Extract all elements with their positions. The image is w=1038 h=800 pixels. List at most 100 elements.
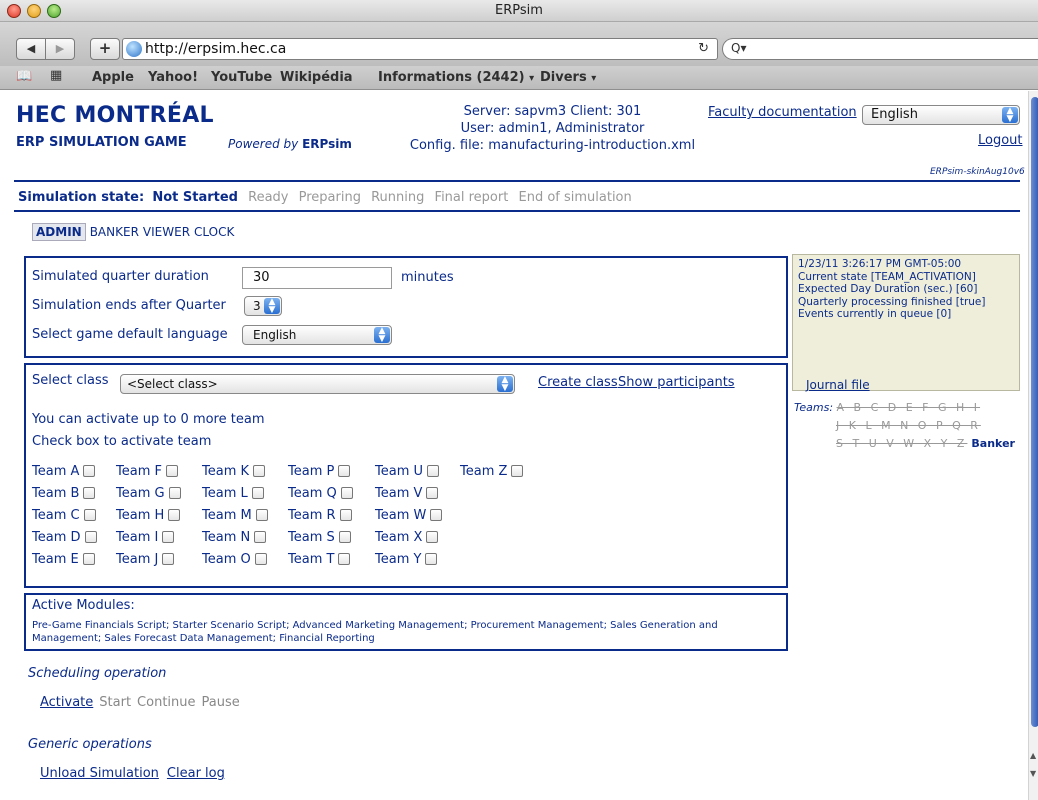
team-cell: Team T [288, 552, 351, 567]
team-cell: Team A [32, 464, 96, 479]
teams-legend: Teams: A B C D E F G H I J K L M N O P Q… [794, 399, 1020, 453]
team-label: Team R [288, 508, 336, 523]
team-checkbox[interactable] [82, 553, 95, 565]
unload-simulation-link[interactable]: Unload Simulation [40, 766, 159, 781]
team-cell: Team R [288, 508, 352, 523]
team-checkbox[interactable] [430, 509, 443, 521]
vertical-scrollbar[interactable]: ▲ ▼ [1028, 91, 1038, 800]
bookmark-apple[interactable]: Apple [92, 70, 134, 85]
team-label: Team H [116, 508, 165, 523]
team-checkbox[interactable] [254, 531, 267, 543]
team-checkbox[interactable] [168, 509, 181, 521]
select-class-label: Select class [32, 373, 109, 388]
skin-version: ERPsim-skinAug10v6 [930, 167, 1025, 177]
language-select-value: English [871, 107, 918, 122]
divider [14, 180, 1020, 182]
game-language-select[interactable]: English ▲ ▼ [242, 325, 392, 345]
logout-link[interactable]: Logout [978, 133, 1023, 148]
tab-banker[interactable]: BANKER [90, 225, 139, 239]
state-current: Not Started [152, 190, 238, 205]
game-language-label: Select game default language [32, 327, 228, 342]
bookmark-divers[interactable]: Divers ▾ [540, 70, 596, 85]
team-label: Team V [375, 486, 423, 501]
show-participants-link[interactable]: Show participants [618, 375, 735, 390]
team-checkbox[interactable] [427, 465, 440, 477]
team-checkbox[interactable] [162, 553, 175, 565]
scroll-down-arrow-icon[interactable]: ▼ [1030, 769, 1036, 778]
team-checkbox[interactable] [83, 465, 96, 477]
team-checkbox[interactable] [253, 465, 266, 477]
journal-file-link[interactable]: Journal file [806, 378, 870, 392]
tab-admin[interactable]: ADMIN [32, 223, 86, 241]
team-checkbox[interactable] [84, 531, 97, 543]
powered-by-prefix: Powered by [228, 137, 303, 151]
bookmark-wikipedia[interactable]: Wikipédia [280, 70, 353, 85]
banker-link[interactable]: Banker [971, 437, 1015, 450]
address-bar[interactable]: http://erpsim.hec.ca ↻ [122, 38, 718, 60]
bookmark-yahoo[interactable]: Yahoo! [148, 70, 198, 85]
create-class-link[interactable]: Create class [538, 375, 618, 390]
check-hint-text: Check box to activate team [32, 434, 212, 449]
end-quarter-select[interactable]: 3 ▲ ▼ [244, 296, 282, 316]
bookmark-divers-label: Divers [540, 70, 587, 85]
language-select[interactable]: English ▲ ▼ [862, 105, 1020, 125]
team-label: Team N [202, 530, 251, 545]
powered-by: Powered by ERPsim [228, 137, 352, 151]
top-sites-grid-icon[interactable]: ▦ [50, 68, 62, 83]
team-checkbox[interactable] [338, 465, 351, 477]
team-checkbox[interactable] [338, 531, 351, 543]
tab-viewer[interactable]: VIEWER [143, 225, 190, 239]
erp-game-logo: ERP SIMULATION GAME [16, 135, 187, 150]
back-button[interactable]: ◀ [16, 38, 46, 60]
class-select[interactable]: <Select class> ▲ ▼ [120, 374, 515, 394]
teams-row-2: J K L M N O P Q R [836, 419, 981, 432]
team-checkbox[interactable] [251, 487, 264, 499]
scrollbar-thumb[interactable] [1031, 97, 1038, 727]
team-cell: Team X [375, 530, 439, 545]
clear-log-link[interactable]: Clear log [167, 766, 225, 781]
bookmarks-book-icon[interactable]: 📖 [16, 69, 32, 84]
team-checkbox[interactable] [425, 553, 438, 565]
team-cell: Team N [202, 530, 267, 545]
team-checkbox[interactable] [168, 487, 181, 499]
team-checkbox[interactable] [165, 465, 178, 477]
state-label: Simulation state: [18, 190, 145, 205]
bookmark-youtube[interactable]: YouTube [211, 70, 272, 85]
forward-button[interactable]: ▶ [45, 38, 75, 60]
reload-icon[interactable]: ↻ [698, 41, 709, 56]
globe-icon [126, 41, 142, 57]
scroll-up-arrow-icon[interactable]: ▲ [1030, 751, 1036, 760]
ends-label: Simulation ends after Quarter [32, 298, 226, 313]
divider [14, 210, 1020, 212]
team-checkbox[interactable] [426, 487, 439, 499]
faculty-documentation-link[interactable]: Faculty documentation [708, 105, 857, 120]
bookmark-informations[interactable]: Informations (2442) ▾ [378, 70, 534, 85]
team-checkbox[interactable] [255, 509, 268, 521]
activate-link[interactable]: Activate [40, 695, 93, 710]
team-label: Team E [32, 552, 79, 567]
team-checkbox[interactable] [340, 487, 353, 499]
team-checkbox[interactable] [338, 553, 351, 565]
team-checkbox[interactable] [162, 531, 175, 543]
teams-legend-label: Teams: [794, 401, 834, 414]
team-checkbox[interactable] [339, 509, 352, 521]
tab-clock[interactable]: CLOCK [194, 225, 234, 239]
quarter-duration-input[interactable]: 30 [242, 267, 392, 289]
team-label: Team L [202, 486, 248, 501]
add-bookmark-button[interactable]: + [90, 38, 120, 60]
url-text[interactable]: http://erpsim.hec.ca [145, 41, 286, 57]
generic-actions: Unload Simulation Clear log [40, 766, 233, 781]
team-label: Team B [32, 486, 80, 501]
scheduling-actions: Activate Start Continue Pause [40, 695, 246, 710]
team-checkbox[interactable] [254, 553, 267, 565]
team-checkbox[interactable] [511, 465, 524, 477]
team-label: Team P [288, 464, 335, 479]
minutes-label: minutes [401, 270, 454, 285]
team-checkbox[interactable] [83, 509, 96, 521]
team-checkbox[interactable] [83, 487, 96, 499]
team-cell: Team B [32, 486, 96, 501]
team-checkbox[interactable] [426, 531, 439, 543]
continue-action: Continue [137, 695, 196, 710]
search-input[interactable]: Q▾ [722, 38, 1038, 60]
log-quarterly: Quarterly processing finished [true] [798, 295, 986, 308]
